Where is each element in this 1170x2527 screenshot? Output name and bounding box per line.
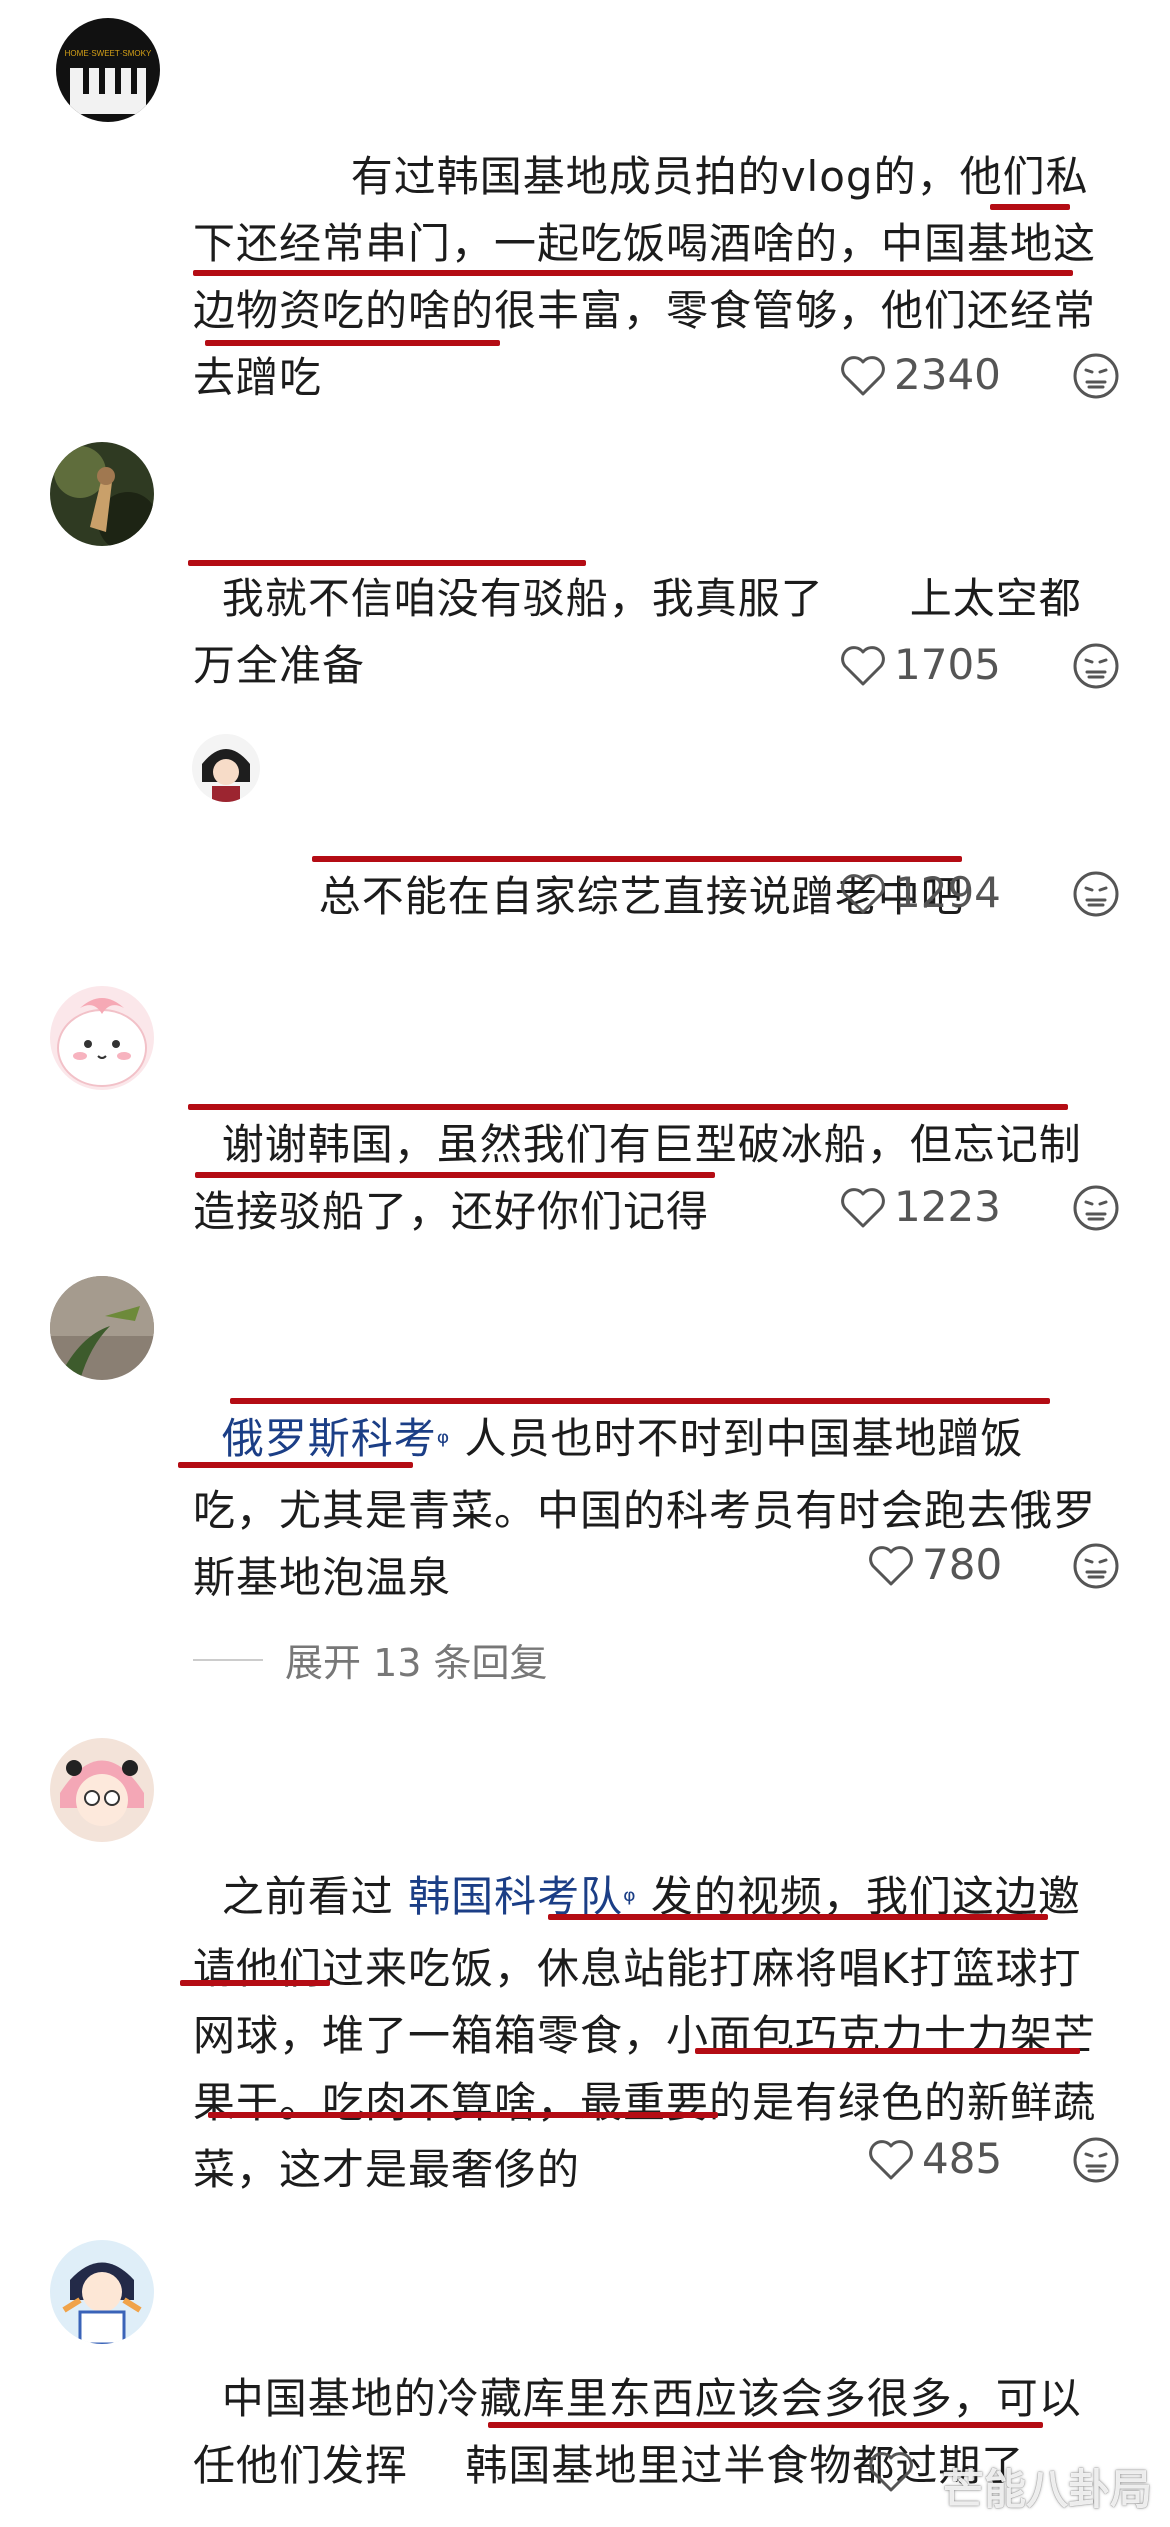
heart-outline-icon (869, 2452, 913, 2492)
unhappy-face-icon[interactable] (1072, 1184, 1120, 1232)
highlight-underline (188, 1104, 1068, 1110)
like-count: 2340 (894, 350, 1001, 399)
comment-text-segment: 之前看过 (221, 1872, 409, 1921)
highlight-underline (193, 270, 1073, 276)
highlight-underline (990, 204, 1070, 210)
like-button-1[interactable]: 2340 (840, 350, 1001, 399)
expand-replies-label: 展开 13 条回复 (285, 1641, 548, 1685)
highlight-underline (205, 340, 500, 346)
expand-replies-button[interactable]: 展开 13 条回复 (193, 1632, 548, 1687)
heart-outline-icon (869, 2139, 913, 2179)
like-count: 1223 (894, 1182, 1001, 1231)
watermark: 芒能八卦局 (941, 2465, 1152, 2514)
heart-outline-icon (869, 1545, 913, 1585)
mention-link-russia-science[interactable]: 俄罗斯科考 (222, 1414, 450, 1463)
like-button-2[interactable]: 1705 (840, 640, 1001, 689)
highlight-underline (312, 856, 962, 862)
like-count: 1294 (894, 868, 1001, 917)
unhappy-face-icon[interactable] (1072, 1542, 1120, 1590)
unhappy-face-icon[interactable] (1072, 870, 1120, 918)
avatar-user-6[interactable] (50, 1738, 154, 1842)
highlight-underline (180, 1980, 330, 1986)
highlight-underline (188, 560, 586, 566)
avatar-user-1[interactable]: HOME·SWEET·SMOKY (56, 18, 160, 122)
like-button-6[interactable]: 485 (868, 2134, 1002, 2183)
highlight-underline (208, 2112, 718, 2118)
like-button-5[interactable]: 780 (868, 1540, 1002, 1589)
divider-line (193, 1658, 263, 1661)
unhappy-face-icon[interactable] (1072, 2136, 1120, 2184)
highlight-underline (178, 1462, 413, 1468)
highlight-underline (230, 1398, 1050, 1404)
avatar-user-4[interactable] (50, 986, 154, 1090)
unhappy-face-icon[interactable] (1072, 642, 1120, 690)
avatar-user-7[interactable] (50, 2240, 154, 2344)
like-count: 780 (922, 1540, 1003, 1589)
avatar-user-2[interactable] (50, 442, 154, 546)
heart-outline-icon (841, 1187, 885, 1227)
heart-outline-icon (841, 873, 885, 913)
like-button-4[interactable]: 1223 (840, 1182, 1001, 1231)
avatar-user-3[interactable] (192, 734, 260, 802)
heart-outline-icon (841, 645, 885, 685)
highlight-underline (488, 2422, 1043, 2428)
highlight-underline (195, 1172, 715, 1178)
unhappy-face-icon[interactable] (1072, 352, 1120, 400)
avatar-user-5[interactable] (50, 1276, 154, 1380)
heart-outline-icon (841, 355, 885, 395)
highlight-underline (548, 1914, 1048, 1920)
avatar-logo-text: HOME·SWEET·SMOKY (65, 49, 152, 58)
like-count: 1705 (894, 640, 1001, 689)
like-button-7[interactable] (868, 2450, 922, 2492)
like-button-3[interactable]: 1294 (840, 868, 1001, 917)
like-count: 485 (922, 2134, 1003, 2183)
highlight-underline (695, 2048, 1080, 2054)
